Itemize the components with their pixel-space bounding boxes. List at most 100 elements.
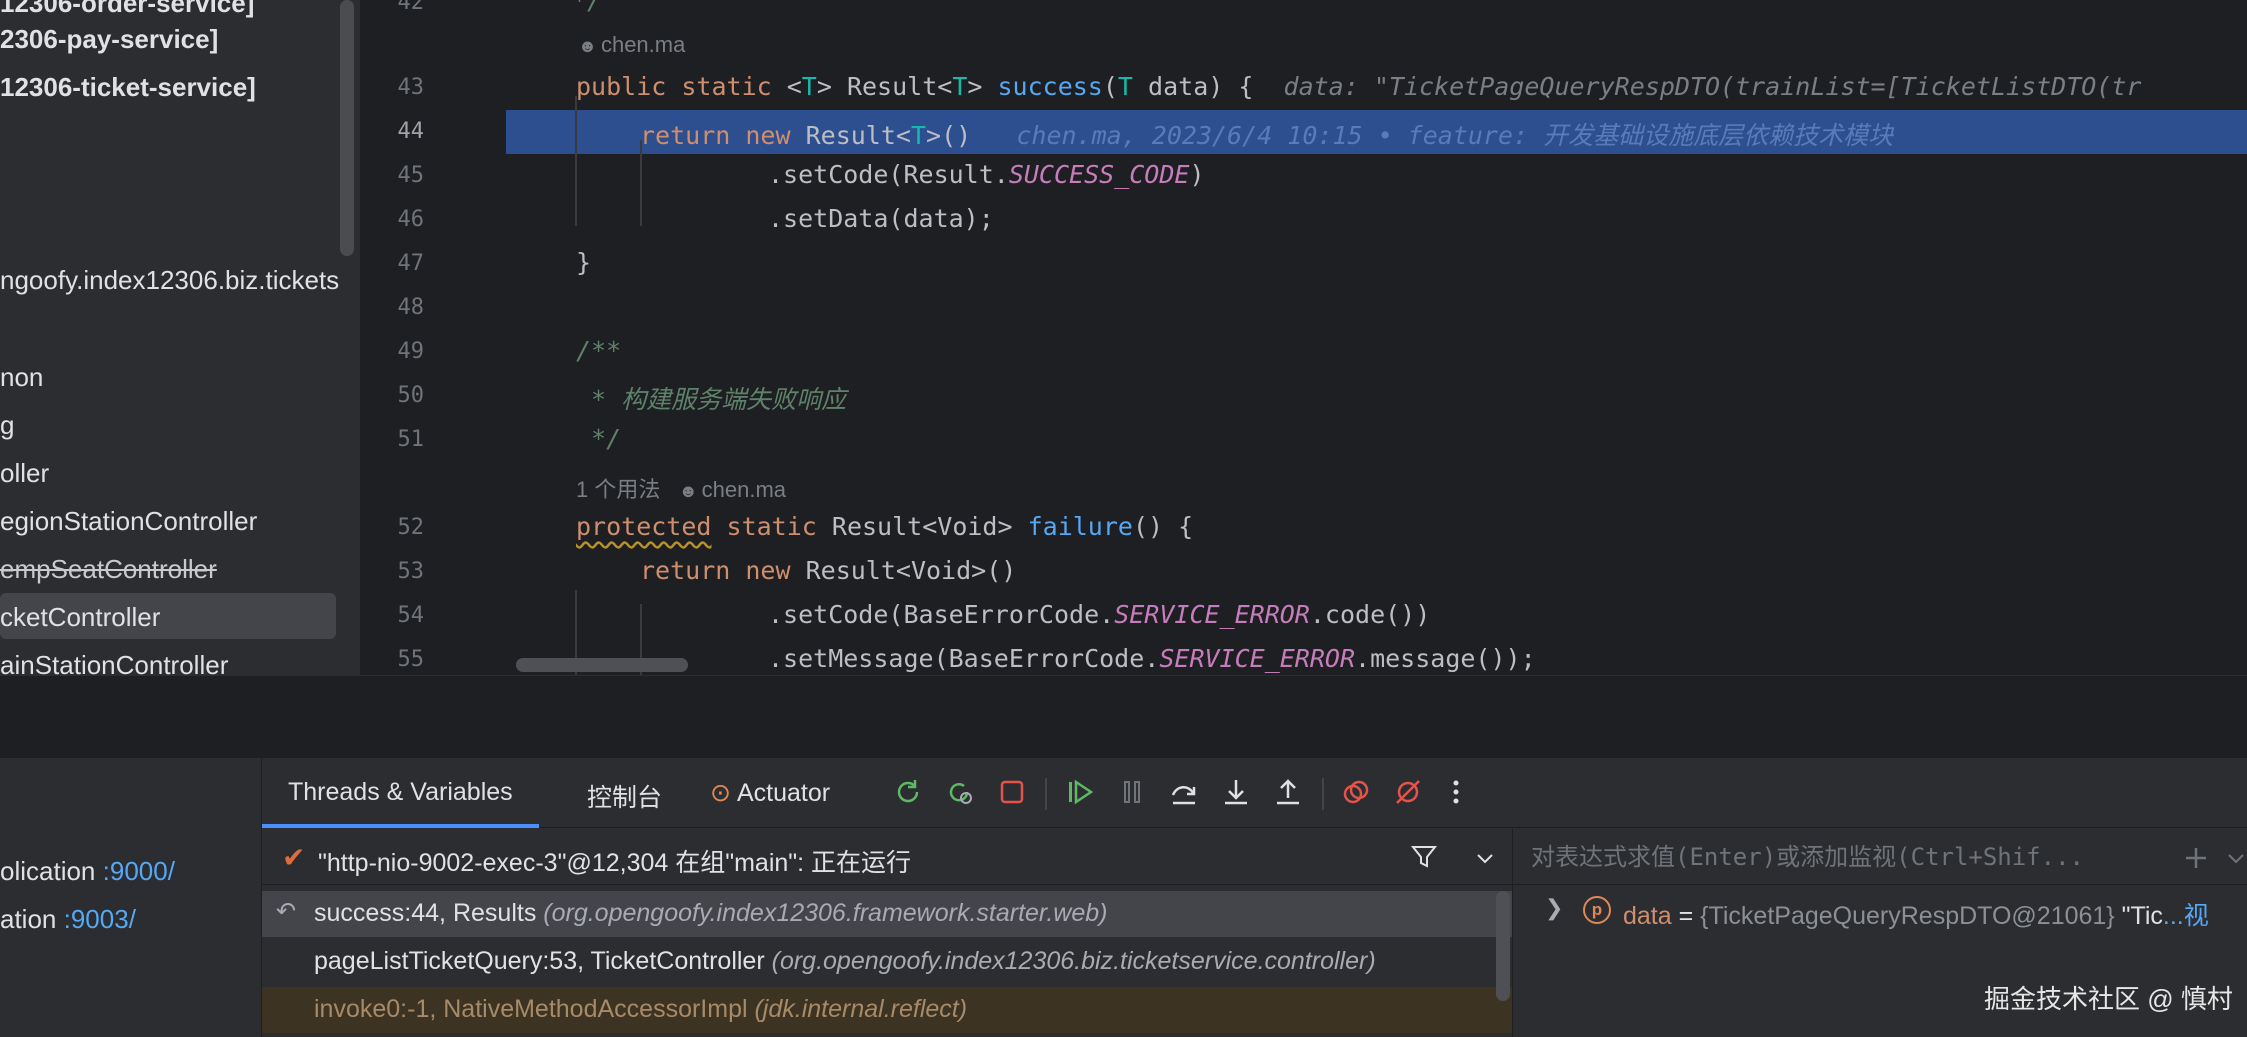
code-editor[interactable]: 42 43 44 45 46 47 48 49 50 51 52 53 54 5… bbox=[360, 0, 2247, 675]
keyword: public static bbox=[576, 72, 772, 101]
keyword: return bbox=[640, 556, 731, 585]
tree-item-order-service[interactable]: 12306-order-service] bbox=[0, 0, 254, 19]
frames-scrollbar[interactable] bbox=[1496, 891, 1510, 1001]
code-vision-usages[interactable]: 1 个用法 ☻ chen.ma bbox=[576, 472, 786, 504]
tree-item-region-station-controller[interactable]: egionStationController bbox=[0, 506, 257, 537]
code-vision-author-text: chen.ma bbox=[600, 32, 686, 57]
variable-name: data bbox=[1623, 902, 1672, 930]
service-name: olication bbox=[0, 856, 96, 886]
variable-equals: = bbox=[1671, 902, 1701, 930]
step-into-icon[interactable] bbox=[1218, 774, 1254, 810]
tree-item-config[interactable]: g bbox=[0, 410, 14, 441]
tree-item-tickets-package[interactable]: ngoofy.index12306.biz.tickets bbox=[0, 265, 339, 296]
mute-breakpoints-icon[interactable] bbox=[1390, 774, 1426, 810]
service-name: ation bbox=[0, 904, 57, 934]
tree-item-common[interactable]: non bbox=[0, 362, 43, 393]
tree-item-pay-service[interactable]: 2306-pay-service] bbox=[0, 24, 218, 55]
tree-item-train-station-controller[interactable]: ainStationController bbox=[0, 650, 228, 675]
parameter-badge: p bbox=[1583, 896, 1611, 924]
code-line-54: .setCode(BaseErrorCode.SERVICE_ERROR.cod… bbox=[768, 600, 1430, 629]
step-out-icon[interactable] bbox=[1270, 774, 1306, 810]
debug-toolbar: Threads & Variables 控制台 ⊙ Actuator bbox=[262, 758, 2247, 828]
tree-item-ticket-controller[interactable]: cketController bbox=[0, 602, 160, 633]
view-breakpoints-icon[interactable] bbox=[1338, 774, 1374, 810]
call-text: .setCode(Result. bbox=[768, 160, 1009, 189]
call-text: .setCode(BaseErrorCode. bbox=[768, 600, 1115, 629]
code-line-47: } bbox=[576, 248, 592, 277]
code-vision-author[interactable]: ☻ chen.ma bbox=[578, 32, 685, 58]
usages-count: 1 个用法 bbox=[576, 477, 661, 502]
call-text: .message()); bbox=[1355, 644, 1536, 673]
type-name: Result<Void>() bbox=[805, 556, 1017, 585]
service-port-link[interactable]: :9000/ bbox=[103, 856, 175, 886]
chevron-down-icon[interactable] bbox=[1474, 847, 1496, 874]
tab-actuator[interactable]: ⊙ Actuator bbox=[710, 778, 830, 808]
code-line-53: return new Result<Void>() bbox=[640, 556, 1016, 585]
line-number: 53 bbox=[397, 559, 425, 584]
person-icon: ☻ bbox=[678, 481, 698, 501]
actuator-icon: ⊙ bbox=[710, 779, 731, 807]
code-line-46: .setData(data); bbox=[768, 204, 994, 233]
indent-guide bbox=[575, 96, 577, 226]
line-number: 47 bbox=[397, 251, 425, 276]
toolbar-separator bbox=[1322, 778, 1324, 810]
tree-item-controller[interactable]: oller bbox=[0, 458, 49, 489]
frames-panel: ✔ "http-nio-9002-exec-3"@12,304 在组"main"… bbox=[262, 829, 1512, 1037]
line-number-current: 44 bbox=[397, 119, 425, 144]
line-number: 43 bbox=[397, 75, 425, 100]
parameter-name: data bbox=[1148, 72, 1209, 101]
view-value-link[interactable]: ...视 bbox=[2163, 902, 2209, 930]
keyword: return bbox=[640, 121, 731, 150]
call-text: .setMessage(BaseErrorCode. bbox=[768, 644, 1160, 673]
variable-row[interactable]: ❯ p data = {TicketPageQueryRespDTO@21061… bbox=[1513, 885, 2247, 933]
restart-icon[interactable] bbox=[942, 774, 978, 810]
code-line-44: return new Result<T>() chen.ma, 2023/6/4… bbox=[640, 121, 1894, 150]
step-over-icon[interactable] bbox=[1166, 774, 1202, 810]
code-line-52: protected static Result<Void> failure() … bbox=[576, 512, 1194, 541]
stack-frame[interactable]: pageListTicketQuery:53, TicketController… bbox=[262, 939, 1512, 985]
stack-frame-library[interactable]: invoke0:-1, NativeMethodAccessorImpl (jd… bbox=[262, 987, 1512, 1033]
line-number: 49 bbox=[397, 339, 425, 364]
return-arrow-icon: ↶ bbox=[276, 898, 297, 925]
resume-icon[interactable] bbox=[1062, 774, 1098, 810]
evaluate-expression-input[interactable] bbox=[1531, 837, 2151, 877]
rerun-icon[interactable] bbox=[890, 774, 926, 810]
tab-threads-variables[interactable]: Threads & Variables bbox=[262, 778, 539, 828]
keyword-warning[interactable]: protected bbox=[576, 512, 711, 541]
line-number: 46 bbox=[397, 207, 425, 232]
keyword: new bbox=[745, 556, 791, 585]
debug-tool-window: olication :9000/ ation :9003/ Threads & … bbox=[0, 757, 2247, 1037]
line-number: 55 bbox=[397, 647, 425, 672]
code-line-50: * 构建服务端失败响应 bbox=[576, 385, 847, 414]
line-number-gutter[interactable]: 42 43 44 45 46 47 48 49 50 51 52 53 54 5… bbox=[360, 0, 508, 675]
more-icon[interactable] bbox=[1438, 774, 1474, 810]
editor-horizontal-scrollbar[interactable] bbox=[516, 658, 688, 672]
stack-frame[interactable]: ↶ success:44, Results (org.opengoofy.ind… bbox=[262, 891, 1512, 937]
code-line-45: .setCode(Result.SUCCESS_CODE) bbox=[768, 160, 1205, 189]
tree-item-ticket-service[interactable]: 12306-ticket-service] bbox=[0, 72, 256, 103]
constant: SERVICE_ERROR bbox=[1114, 600, 1310, 629]
tab-console[interactable]: 控制台 bbox=[587, 778, 662, 814]
line-number: 52 bbox=[397, 515, 425, 540]
filter-icon[interactable] bbox=[1410, 843, 1438, 876]
code-line-55: .setMessage(BaseErrorCode.SERVICE_ERROR.… bbox=[768, 644, 1536, 673]
tree-item-temp-seat-controller[interactable]: empSeatController bbox=[0, 554, 217, 585]
frame-package: (org.opengoofy.index12306.framework.star… bbox=[543, 899, 1108, 927]
method-name: success bbox=[997, 72, 1103, 101]
service-port-link[interactable]: :9003/ bbox=[64, 904, 136, 934]
project-scrollbar[interactable] bbox=[340, 0, 354, 256]
code-line-51: */ bbox=[576, 424, 622, 453]
line-number: 48 bbox=[397, 295, 425, 320]
service-item[interactable]: olication :9000/ bbox=[0, 856, 175, 887]
code-vision-author-text: chen.ma bbox=[701, 477, 787, 502]
type-name: Result bbox=[846, 72, 938, 101]
stop-icon[interactable] bbox=[994, 774, 1030, 810]
add-watch-icon[interactable] bbox=[2181, 843, 2211, 878]
line-number: 45 bbox=[397, 163, 425, 188]
expand-chevron-icon[interactable]: ❯ bbox=[1545, 895, 1563, 921]
chevron-down-icon[interactable] bbox=[2225, 847, 2247, 874]
service-item[interactable]: ation :9003/ bbox=[0, 904, 136, 935]
pause-icon[interactable] bbox=[1114, 774, 1150, 810]
person-icon: ☻ bbox=[578, 36, 597, 56]
thread-selector[interactable]: ✔ "http-nio-9002-exec-3"@12,304 在组"main"… bbox=[262, 829, 1512, 885]
